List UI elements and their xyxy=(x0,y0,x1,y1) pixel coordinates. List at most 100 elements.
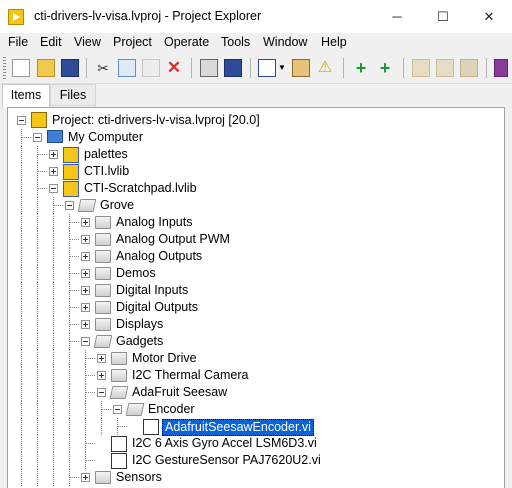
cut-icon[interactable]: ✂ xyxy=(94,59,112,77)
tree-row[interactable]: Analog Inputs xyxy=(8,214,504,231)
menu-view[interactable]: View xyxy=(74,35,101,49)
open-icon[interactable] xyxy=(37,59,55,77)
tree-guide-line xyxy=(85,443,95,444)
tree-row[interactable]: Encoder xyxy=(8,401,504,418)
menu-edit[interactable]: Edit xyxy=(40,35,62,49)
expand-icon[interactable] xyxy=(49,150,58,159)
delete-icon[interactable]: ✕ xyxy=(165,59,183,77)
tree-row[interactable]: Demos xyxy=(8,265,504,282)
collapse-icon[interactable] xyxy=(33,133,42,142)
warning-icon[interactable]: ⚠ xyxy=(316,59,334,77)
menu-file[interactable]: File xyxy=(8,35,28,49)
expand-icon[interactable] xyxy=(81,286,90,295)
minimize-button[interactable]: ─ xyxy=(374,0,420,33)
dropdown-arrow-icon[interactable]: ▼ xyxy=(278,59,286,77)
expand-icon[interactable] xyxy=(81,303,90,312)
tree-item-label[interactable]: Displays xyxy=(116,317,163,332)
tree-item-label[interactable]: CTI.lvlib xyxy=(84,164,129,179)
tree-row[interactable]: CTI-Scratchpad.lvlib xyxy=(8,180,504,197)
menu-operate[interactable]: Operate xyxy=(164,35,209,49)
tree-row[interactable]: CTI.lvlib xyxy=(8,163,504,180)
close-button[interactable]: ✕ xyxy=(466,0,512,33)
menu-window[interactable]: Window xyxy=(263,35,307,49)
expand-icon[interactable] xyxy=(97,354,106,363)
tree-row[interactable]: Displays xyxy=(8,316,504,333)
tree-row[interactable]: I2C GestureSensor PAJ7620U2.vi xyxy=(8,452,504,469)
expand-icon[interactable] xyxy=(49,167,58,176)
tree-row[interactable]: AdaFruit Seesaw xyxy=(8,384,504,401)
menu-help[interactable]: Help xyxy=(321,35,347,49)
tree-item-label[interactable]: Digital Outputs xyxy=(116,300,198,315)
tree-row[interactable]: Grove xyxy=(8,197,504,214)
tree-item-label[interactable]: Grove xyxy=(100,198,134,213)
tree-row[interactable]: My Computer xyxy=(8,129,504,146)
tree-row[interactable]: palettes xyxy=(8,146,504,163)
tree-row[interactable]: AdafruitSeesawEncoder.vi xyxy=(8,418,504,436)
tree-row[interactable]: Gadgets xyxy=(8,333,504,350)
maximize-button[interactable]: ☐ xyxy=(420,0,466,33)
hierarchy-icon[interactable] xyxy=(292,59,310,77)
tree-item-label[interactable]: Analog Outputs xyxy=(116,249,202,264)
tree-item-label[interactable]: AdaFruit Seesaw xyxy=(132,385,227,400)
tree-row[interactable]: Analog Output PWM xyxy=(8,231,504,248)
tree-row[interactable]: Digital Outputs xyxy=(8,299,504,316)
collapse-icon[interactable] xyxy=(49,184,58,193)
tree-item-label[interactable]: I2C GestureSensor PAJ7620U2.vi xyxy=(132,453,321,468)
expand-icon[interactable] xyxy=(81,473,90,482)
tree-item-label[interactable]: Project: cti-drivers-lv-visa.lvproj [20.… xyxy=(52,113,260,128)
collapse-icon[interactable] xyxy=(97,388,106,397)
tree-item-label[interactable]: I2C Thermal Camera xyxy=(132,368,248,383)
copy-icon[interactable] xyxy=(118,59,136,77)
expand-icon[interactable] xyxy=(81,252,90,261)
tree-row[interactable]: Sensors xyxy=(8,469,504,486)
tree-item-label[interactable]: Demos xyxy=(116,266,156,281)
menu-tools[interactable]: Tools xyxy=(221,35,250,49)
collapse-icon[interactable] xyxy=(17,116,26,125)
tree-item-label[interactable]: Encoder xyxy=(148,402,195,417)
add-green-icon[interactable]: + xyxy=(376,59,394,77)
tree-item-label[interactable]: Analog Output PWM xyxy=(116,232,230,247)
collapse-icon[interactable] xyxy=(65,201,74,210)
package-icon[interactable] xyxy=(460,59,478,77)
tree-item-label[interactable]: CTI-Scratchpad.lvlib xyxy=(84,181,197,196)
tree-item-label[interactable]: My Computer xyxy=(68,130,143,145)
tree-item-label[interactable]: Gadgets xyxy=(116,334,163,349)
collapse-icon[interactable] xyxy=(113,405,122,414)
expand-icon[interactable] xyxy=(97,371,106,380)
tree-item-label[interactable]: Digital Inputs xyxy=(116,283,188,298)
menu-project[interactable]: Project xyxy=(113,35,152,49)
folder-open-icon xyxy=(125,403,145,416)
new-icon[interactable] xyxy=(12,59,30,77)
paste-icon[interactable] xyxy=(142,59,160,77)
expand-icon[interactable] xyxy=(81,218,90,227)
toolbar-separator xyxy=(86,58,87,78)
save-icon[interactable] xyxy=(224,59,242,77)
build-icon[interactable] xyxy=(200,59,218,77)
expand-icon[interactable] xyxy=(81,235,90,244)
collapse-icon[interactable] xyxy=(81,337,90,346)
project-tree[interactable]: Project: cti-drivers-lv-visa.lvproj [20.… xyxy=(7,107,505,488)
tree-item-label[interactable]: Motor Drive xyxy=(132,351,197,366)
expand-icon[interactable] xyxy=(81,320,90,329)
build-spec-icon[interactable] xyxy=(412,59,430,77)
folder-sync-icon[interactable] xyxy=(436,59,454,77)
tree-item-label[interactable]: palettes xyxy=(84,147,128,162)
extra-icon[interactable] xyxy=(494,59,508,77)
add-icon[interactable]: + xyxy=(352,59,370,77)
tree-row[interactable]: I2C 6 Axis Gyro Accel LSM6D3.vi xyxy=(8,435,504,452)
tree-row[interactable]: Analog Outputs xyxy=(8,248,504,265)
expand-icon[interactable] xyxy=(81,269,90,278)
tree-row[interactable]: I2C Thermal Camera xyxy=(8,367,504,384)
tree-item-label[interactable]: Sensors xyxy=(116,470,162,485)
save-all-icon[interactable] xyxy=(61,59,79,77)
tree-item-label[interactable]: Analog Inputs xyxy=(116,215,192,230)
tab-files[interactable]: Files xyxy=(50,84,96,106)
toolbar-grip[interactable] xyxy=(3,57,6,79)
tree-row[interactable]: Project: cti-drivers-lv-visa.lvproj [20.… xyxy=(8,112,504,129)
view-icon[interactable] xyxy=(258,59,276,77)
tree-row[interactable]: Digital Inputs xyxy=(8,282,504,299)
tab-items[interactable]: Items xyxy=(2,84,50,108)
tree-row[interactable]: Motor Drive xyxy=(8,350,504,367)
tree-item-label[interactable]: I2C 6 Axis Gyro Accel LSM6D3.vi xyxy=(132,436,317,451)
tree-item-label[interactable]: AdafruitSeesawEncoder.vi xyxy=(162,419,314,436)
